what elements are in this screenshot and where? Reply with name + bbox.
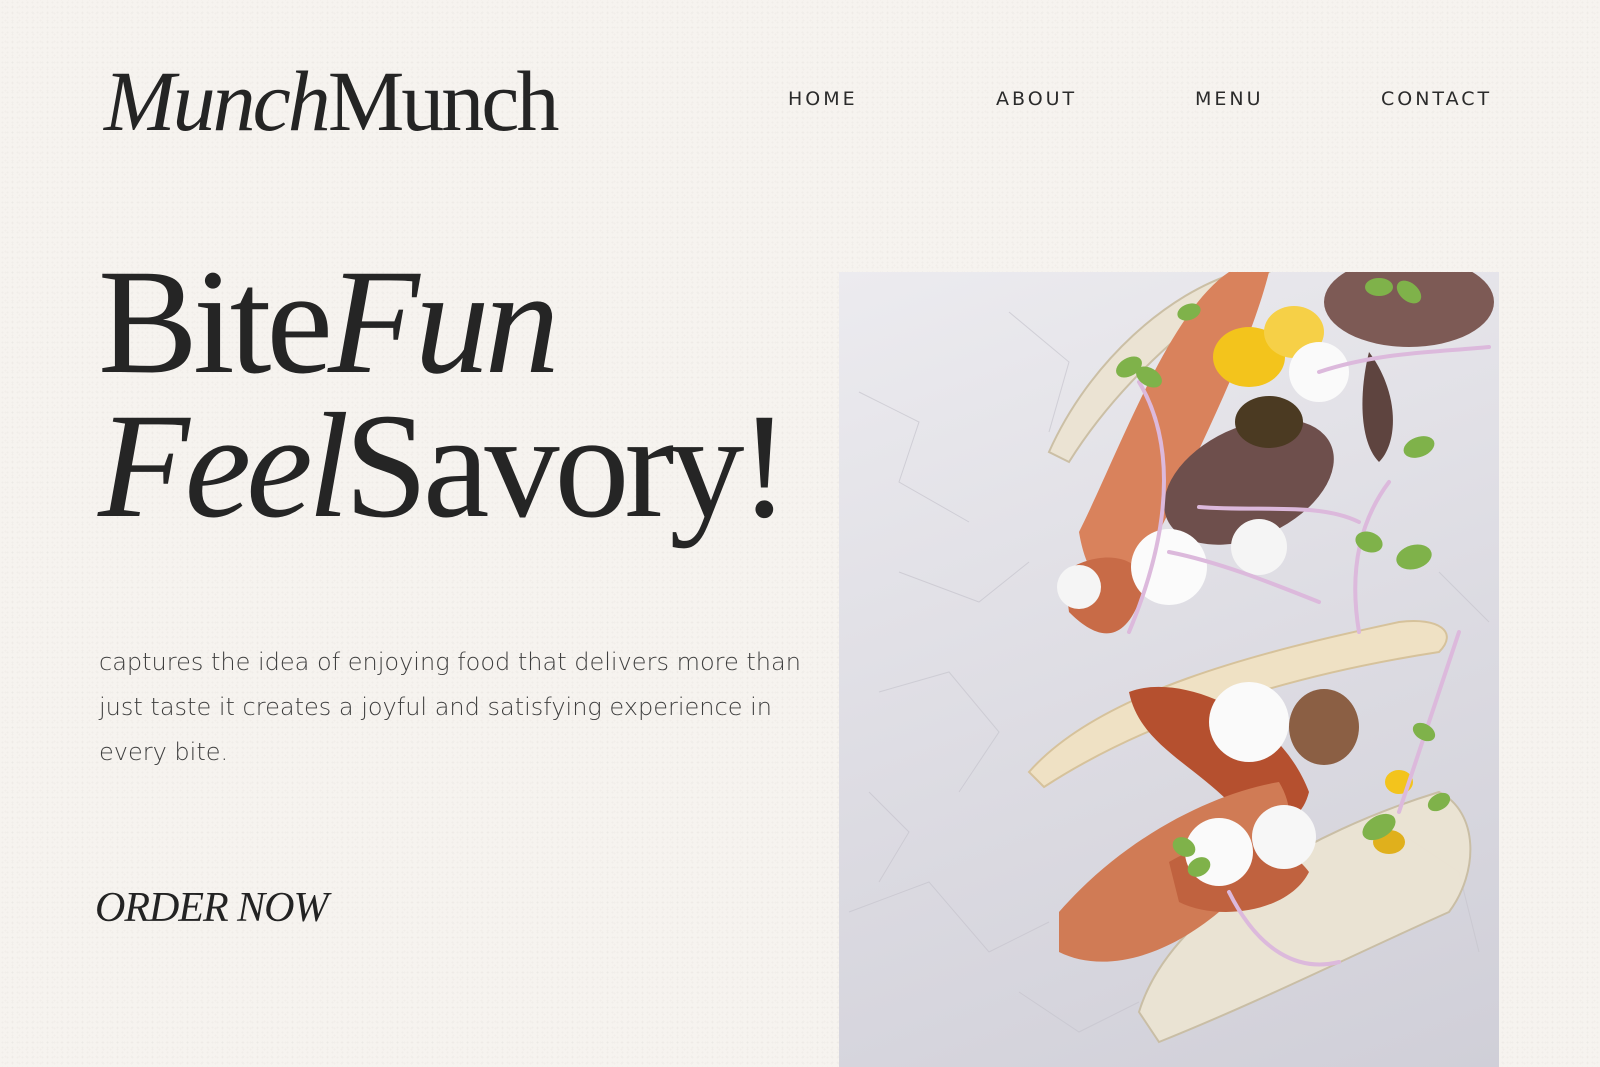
headline-line-1: BiteFun: [98, 247, 784, 397]
nav-menu-link[interactable]: MENU: [1195, 88, 1264, 110]
headline-line-2: FeelSavory!: [98, 391, 789, 541]
hero-description: captures the idea of enjoying food that …: [99, 648, 801, 766]
nav-about-link[interactable]: ABOUT: [996, 88, 1077, 110]
nav-contact-link[interactable]: CONTACT: [1381, 88, 1492, 110]
main-nav: HOME ABOUT MENU CONTACT: [0, 88, 1600, 114]
headline-feel: Feel: [98, 383, 349, 549]
headline-fun: Fun: [327, 239, 560, 405]
headline-bite: Bite: [98, 239, 333, 405]
headline-savory: Savory!: [344, 383, 789, 549]
nav-home-link[interactable]: HOME: [788, 88, 858, 110]
hero-headline: BiteFun FeelSavory!: [98, 247, 789, 541]
hero-food-image: [839, 272, 1499, 1067]
order-now-button[interactable]: ORDER NOW: [95, 884, 328, 932]
